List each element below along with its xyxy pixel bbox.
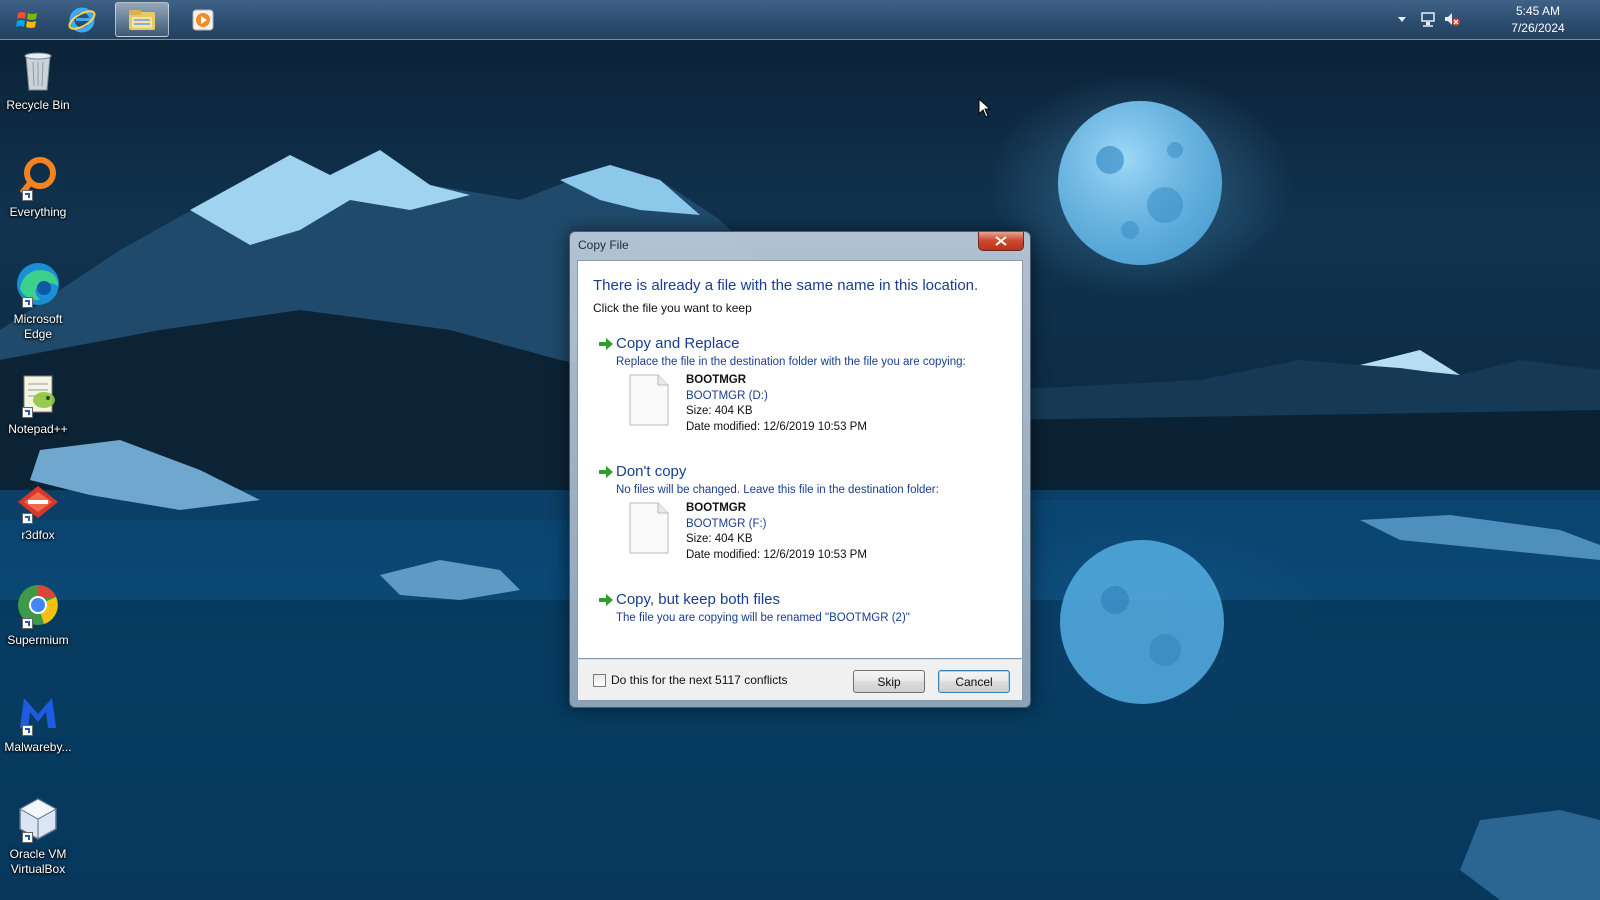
shortcut-arrow-icon — [22, 725, 33, 736]
option-keep-both[interactable]: Copy, but keep both files The file you a… — [598, 591, 1008, 631]
taskbar-clock[interactable]: 5:45 AM 7/26/2024 — [1498, 3, 1578, 37]
sub-instruction: Click the file you want to keep — [593, 301, 752, 315]
shortcut-arrow-icon — [22, 513, 33, 524]
desktop-icon-label: r3dfox — [21, 528, 55, 542]
shortcut-arrow-icon — [22, 407, 33, 418]
desktop-icon-label: Notepad++ — [8, 422, 68, 436]
dialog-title: Copy File — [578, 238, 629, 252]
desktop-icon-supermium[interactable]: Supermium — [4, 581, 72, 648]
desktop-icon-virtualbox[interactable]: Oracle VM VirtualBox — [4, 795, 72, 877]
shortcut-arrow-icon — [22, 618, 33, 629]
desktop-icon-malwarebytes[interactable]: Malwareby... — [4, 688, 72, 755]
dialog-footer: Do this for the next 5117 conflicts Skip… — [577, 659, 1023, 701]
dialog-close-button[interactable] — [978, 232, 1024, 251]
show-hidden-icons-chevron[interactable] — [1394, 11, 1410, 27]
desktop-icon-notepadpp[interactable]: Notepad++ — [4, 370, 72, 437]
file-name: BOOTMGR — [686, 374, 747, 386]
option-dont-copy[interactable]: Don't copy No files will be changed. Lea… — [598, 463, 1008, 563]
green-arrow-icon — [599, 594, 613, 606]
desktop-icon-label: Oracle VM VirtualBox — [9, 847, 67, 876]
option-title: Copy and Replace — [616, 335, 740, 352]
green-arrow-icon — [599, 466, 613, 478]
volume-muted-icon[interactable] — [1444, 11, 1460, 27]
file-size: Size: 404 KB — [686, 405, 753, 417]
desktop-icon-label: Microsoft Edge — [13, 312, 63, 341]
taskbar-file-explorer[interactable] — [115, 2, 169, 37]
clock-date: 7/26/2024 — [1511, 21, 1565, 35]
desktop-icon-label: Malwareby... — [4, 740, 72, 754]
file-date-modified: Date modified: 12/6/2019 10:53 PM — [686, 548, 867, 561]
shortcut-arrow-icon — [22, 832, 33, 843]
file-details: BOOTMGR BOOTMGR (D:) Size: 404 KB Date m… — [686, 373, 867, 435]
system-tray: 5:45 AM 7/26/2024 — [1380, 0, 1600, 39]
option-title: Copy, but keep both files — [616, 591, 780, 608]
desktop-icon-label: Recycle Bin — [6, 98, 70, 112]
windows-start-icon — [16, 11, 37, 28]
apply-to-all-checkbox[interactable] — [593, 674, 606, 687]
main-instruction: There is already a file with the same na… — [593, 277, 979, 294]
recycle-bin-icon — [24, 52, 52, 91]
clock-time: 5:45 AM — [1515, 4, 1561, 18]
copy-file-dialog: Copy File There is already a file with t… — [569, 231, 1031, 708]
desktop-icon-label: Everything — [9, 205, 67, 219]
file-location: BOOTMGR (F:) — [686, 517, 767, 530]
desktop-icon-microsoft-edge[interactable]: Microsoft Edge — [4, 260, 72, 342]
file-explorer-icon — [129, 9, 155, 30]
desktop-icon-label: Supermium — [7, 633, 69, 647]
close-icon — [995, 236, 1007, 246]
apply-to-all-label[interactable]: Do this for the next 5117 conflicts — [611, 673, 788, 687]
file-icon — [629, 502, 669, 554]
media-player-icon — [192, 9, 214, 30]
option-copy-and-replace[interactable]: Copy and Replace Replace the file in the… — [598, 335, 1008, 435]
file-details: BOOTMGR BOOTMGR (F:) Size: 404 KB Date m… — [686, 501, 867, 563]
option-title: Don't copy — [616, 463, 687, 480]
desktop-icon-everything[interactable]: Everything — [4, 153, 72, 220]
network-icon[interactable] — [1420, 11, 1436, 27]
option-description: The file you are copying will be renamed… — [616, 612, 910, 624]
option-description: Replace the file in the destination fold… — [616, 356, 966, 368]
taskbar-internet-explorer[interactable] — [55, 2, 109, 37]
green-arrow-icon — [599, 338, 613, 350]
file-size: Size: 404 KB — [686, 533, 753, 545]
internet-explorer-icon — [68, 7, 96, 32]
desktop-icon-r3dfox[interactable]: r3dfox — [4, 476, 72, 543]
file-icon — [629, 374, 669, 426]
taskbar: 5:45 AM 7/26/2024 — [0, 0, 1600, 40]
file-date-modified: Date modified: 12/6/2019 10:53 PM — [686, 420, 867, 433]
file-name: BOOTMGR — [686, 502, 747, 514]
cancel-button[interactable]: Cancel — [938, 670, 1010, 693]
desktop-icon-recycle-bin[interactable]: Recycle Bin — [4, 46, 72, 113]
start-button[interactable] — [0, 2, 54, 37]
file-location: BOOTMGR (D:) — [686, 389, 768, 402]
skip-button[interactable]: Skip — [853, 670, 925, 693]
shortcut-arrow-icon — [22, 190, 33, 201]
taskbar-media-player[interactable] — [176, 2, 230, 37]
dialog-content: There is already a file with the same na… — [577, 260, 1023, 659]
mouse-cursor-icon — [978, 98, 992, 118]
option-description: No files will be changed. Leave this fil… — [616, 484, 939, 496]
shortcut-arrow-icon — [22, 297, 33, 308]
